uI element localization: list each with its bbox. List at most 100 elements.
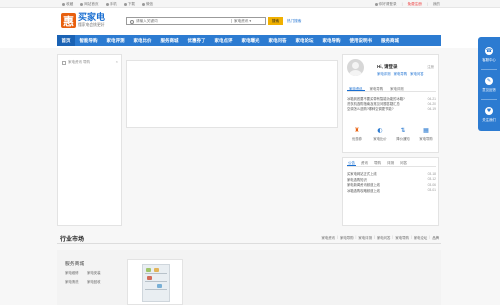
price-alert-shortcut[interactable]: ⇅ 降价通知 bbox=[393, 127, 413, 141]
search-scope-select[interactable]: 家电资讯 ▾ bbox=[234, 19, 251, 24]
section-link[interactable]: 家电论坛 bbox=[414, 235, 428, 240]
favorite-label: 收藏 bbox=[66, 1, 74, 6]
separator: | bbox=[392, 235, 394, 239]
announcement-tab[interactable]: 资讯 bbox=[360, 160, 369, 166]
nav-exposure[interactable]: 家电曝光 bbox=[237, 35, 264, 46]
list-item-date: 04-19 bbox=[427, 106, 436, 111]
category-panel: 家电资讯 导购 × bbox=[57, 54, 122, 226]
pencil-icon: ✎ bbox=[485, 76, 493, 85]
fridge-item bbox=[146, 268, 151, 272]
sidebar-item-service[interactable]: ☎ 客服中心 bbox=[478, 39, 500, 69]
login-label: 你好请登录 bbox=[378, 1, 397, 6]
user-tab[interactable]: 家电资讯 bbox=[347, 85, 365, 91]
search-input[interactable] bbox=[136, 18, 226, 24]
nav-home[interactable]: 首页 bbox=[57, 35, 75, 46]
announcement-tab[interactable]: 导购 bbox=[373, 160, 382, 166]
logo-name: 买家电 bbox=[78, 12, 106, 23]
section-link[interactable]: 家电导购 bbox=[395, 235, 409, 240]
nav-service-mall[interactable]: 服务商城 bbox=[156, 35, 183, 46]
fridge-shelf bbox=[145, 289, 167, 290]
announcement-tab[interactable]: 公告 bbox=[347, 160, 356, 166]
wechat-icon bbox=[141, 2, 145, 6]
coupon-icon: ♜ bbox=[354, 126, 360, 134]
nav-qa[interactable]: 家电问答 bbox=[264, 35, 291, 46]
fridge-shelf bbox=[145, 281, 167, 282]
nav-guide[interactable]: 家电导购 bbox=[318, 35, 345, 46]
separator: | bbox=[410, 235, 412, 239]
my-account-link[interactable]: 我的 bbox=[433, 2, 440, 7]
user-panel: Hi, 请登录 注册 家电评测 家电导购 家电问答 家电资讯 家电导购 家电评测… bbox=[342, 54, 439, 153]
wechat-link[interactable]: 微信 bbox=[141, 2, 153, 7]
shortcut-label: 优惠券 bbox=[352, 137, 362, 141]
hot-search-link[interactable]: 热门搜索 bbox=[287, 19, 301, 24]
separator: | bbox=[337, 235, 338, 239]
section-link[interactable]: 家电问答 bbox=[377, 235, 391, 240]
search-divider bbox=[231, 19, 232, 23]
search-scope-label: 家电资讯 bbox=[234, 19, 249, 23]
search-button[interactable]: 搜索 bbox=[268, 17, 283, 25]
main-nav: 首页 智能导购 家电评测 家电比价 服务商城 优惠券了 家电点评 家电曝光 家电… bbox=[57, 35, 441, 46]
user-link[interactable]: 家电导购 bbox=[394, 71, 408, 76]
mobile-label: 手机 bbox=[109, 1, 117, 6]
user-tab[interactable]: 家电评测 bbox=[388, 85, 406, 91]
section-link[interactable]: 家电资讯 bbox=[322, 235, 336, 240]
nav-forum[interactable]: 家电论坛 bbox=[291, 35, 318, 46]
nav-price-compare[interactable]: 家电比价 bbox=[129, 35, 156, 46]
mobile-link[interactable]: 手机 bbox=[105, 1, 117, 7]
list-item-date: 03-06 bbox=[427, 182, 436, 187]
category-crumb[interactable]: 家电资讯 导购 bbox=[62, 60, 90, 65]
product-card[interactable] bbox=[127, 259, 183, 305]
separator: | bbox=[373, 235, 375, 239]
register-link[interactable]: 免费注册 bbox=[408, 2, 422, 7]
sidebar-item-label: 关注我们 bbox=[482, 117, 496, 122]
industry-section-header: 行业市场 家电资讯 | 家电导购 | 家电评测 | 家电问答 | 家电导购 | 家电论坛 |… bbox=[57, 231, 441, 244]
nav-review[interactable]: 家电评测 bbox=[102, 35, 129, 46]
shortcut-label: 降价通知 bbox=[396, 137, 410, 141]
close-icon[interactable]: × bbox=[116, 59, 118, 64]
login-link[interactable]: 你好请登录 bbox=[374, 1, 397, 7]
user-register-link[interactable]: 注册 bbox=[427, 64, 434, 69]
user-greeting[interactable]: Hi, 请登录 bbox=[377, 64, 398, 70]
service-item[interactable]: 家电清洗 bbox=[65, 279, 87, 284]
user-link[interactable]: 家电问答 bbox=[410, 71, 424, 76]
nav-coupons[interactable]: 优惠券了 bbox=[183, 35, 210, 46]
user-link[interactable]: 家电评测 bbox=[377, 71, 391, 76]
coupon-shortcut[interactable]: ♜ 优惠券 bbox=[347, 127, 367, 141]
category-crumb-label: 家电资讯 导购 bbox=[68, 60, 90, 64]
guide-shortcut[interactable]: ▦ 家电导购 bbox=[416, 127, 436, 141]
nav-comments[interactable]: 家电点评 bbox=[210, 35, 237, 46]
grid-icon: ▦ bbox=[423, 126, 429, 134]
announcement-list: 买家电网站正式上线 03-18 家电选购知识 03-12 家电新闻资讯频道上线 03-… bbox=[347, 171, 436, 193]
service-item[interactable]: 家电安装 bbox=[87, 270, 109, 275]
heart-icon: ♥ bbox=[485, 106, 493, 115]
list-item[interactable]: 空调怎么选购?哪种空调更节能? 04-19 bbox=[347, 106, 436, 112]
section-link[interactable]: 家电评测 bbox=[358, 235, 372, 240]
banner-slot[interactable] bbox=[126, 60, 338, 128]
user-shortcuts: ♜ 优惠券 ◐ 家电比价 ⇅ 降价通知 ▦ 家电导购 bbox=[347, 127, 436, 141]
service-item[interactable]: 家电维修 bbox=[65, 270, 87, 275]
nav-service[interactable]: 服务商城 bbox=[377, 35, 404, 46]
download-icon bbox=[123, 2, 127, 6]
announcement-tab[interactable]: 问答 bbox=[399, 160, 408, 166]
nav-smart-guide[interactable]: 智能导购 bbox=[75, 35, 102, 46]
user-tab[interactable]: 家电导购 bbox=[368, 85, 386, 91]
sidebar-item-follow[interactable]: ♥ 关注我们 bbox=[478, 99, 500, 129]
compare-shortcut[interactable]: ◐ 家电比价 bbox=[370, 127, 390, 141]
list-item[interactable]: 冰箱选购攻略频道上线 03-01 bbox=[347, 188, 436, 194]
nav-manual[interactable]: 使用说明书 bbox=[345, 35, 377, 46]
sidebar-item-feedback[interactable]: ✎ 意见反馈 bbox=[478, 69, 500, 99]
top-left-links: 收藏 网站首页 手机 下载 微信 bbox=[62, 2, 153, 7]
home-link[interactable]: 网站首页 bbox=[80, 2, 99, 7]
favorite-link[interactable]: 收藏 bbox=[62, 2, 73, 7]
site-logo[interactable]: 惠 买家电 懂家电会挑更好 bbox=[61, 13, 105, 28]
phone-icon: ☎ bbox=[485, 46, 493, 55]
user-icon bbox=[374, 2, 378, 6]
section-link[interactable]: 品牌 bbox=[432, 235, 439, 240]
download-link[interactable]: 下载 bbox=[123, 2, 135, 7]
service-item[interactable]: 家电回收 bbox=[87, 279, 109, 284]
search-box: 家电资讯 ▾ bbox=[126, 17, 266, 25]
list-item-title: 家电选购知识 bbox=[347, 177, 367, 182]
announcement-tabs: 公告 资讯 导购 评测 问答 bbox=[347, 160, 436, 167]
section-link[interactable]: 家电导购 bbox=[340, 235, 354, 240]
announcement-tab[interactable]: 评测 bbox=[386, 160, 395, 166]
